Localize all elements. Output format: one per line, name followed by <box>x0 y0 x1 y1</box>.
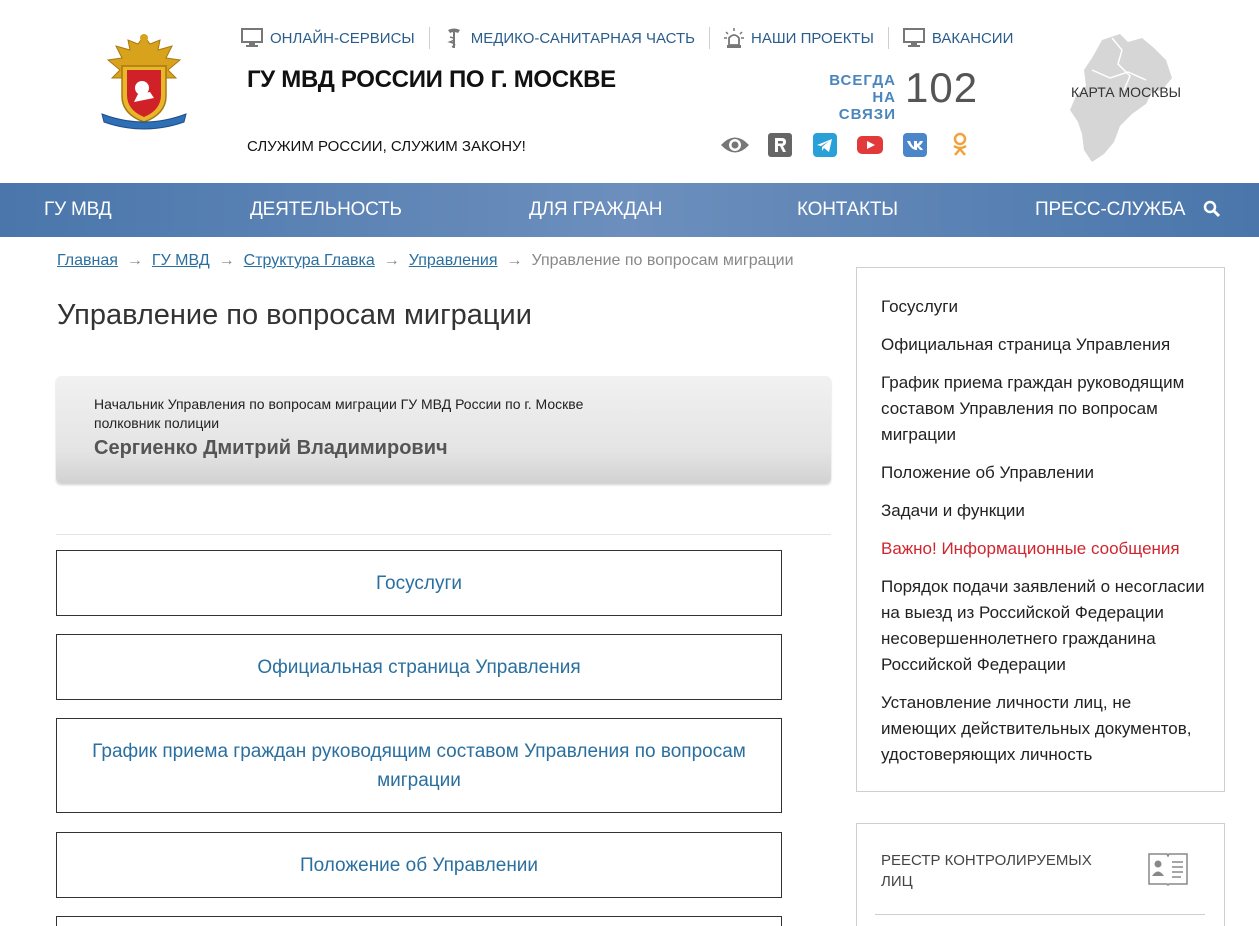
toplink-online-services[interactable]: ОНЛАЙН-СЕРВИСЫ <box>241 28 415 48</box>
nav-item-contacts[interactable]: КОНТАКТЫ <box>797 199 898 221</box>
monitor-icon <box>241 28 263 47</box>
chief-position-line2: полковник полиции <box>94 415 220 431</box>
toplink-label: МЕДИКО-САНИТАРНАЯ ЧАСТЬ <box>470 29 696 47</box>
site-title[interactable]: ГУ МВД РОССИИ ПО Г. МОСКВЕ <box>247 66 616 94</box>
breadcrumb-separator: → <box>506 252 523 269</box>
registry-block[interactable]: РЕЕСТР КОНТРОЛИРУЕМЫХ ЛИЦ <box>856 823 1225 926</box>
registry-label: РЕЕСТР КОНТРОЛИРУЕМЫХ ЛИЦ <box>881 852 1092 890</box>
breadcrumb-current: Управление по вопросам миграции <box>531 252 794 269</box>
card-official-page[interactable]: Официальная страница Управления <box>56 634 782 700</box>
sidebar-item-regulation[interactable]: Положение об Управлении <box>881 460 1211 486</box>
card-gosuslugi[interactable]: Госуслуги <box>56 550 782 616</box>
nav-item-for-citizens[interactable]: ДЛЯ ГРАЖДАН <box>529 199 663 221</box>
telegram-icon[interactable] <box>810 130 840 160</box>
sidebar-item-gosuslugi[interactable]: Госуслуги <box>881 294 1211 320</box>
breadcrumb-home[interactable]: Главная <box>57 252 118 270</box>
sidebar-item-official-page[interactable]: Официальная страница Управления <box>881 332 1211 358</box>
toplink-medical[interactable]: МЕДИКО-САНИТАРНАЯ ЧАСТЬ <box>444 27 695 49</box>
id-card-icon <box>1148 853 1188 886</box>
hotline-line1: ВСЕГДА <box>829 72 896 89</box>
rutube-icon[interactable] <box>765 130 795 160</box>
toplink-label: ОНЛАЙН-СЕРВИСЫ <box>270 29 415 47</box>
breadcrumb-gu-mvd[interactable]: ГУ МВД <box>152 252 210 270</box>
card-regulation[interactable]: Положение об Управлении <box>56 832 782 898</box>
top-links: ОНЛАЙН-СЕРВИСЫ МЕДИКО-САНИТАРНАЯ ЧАСТЬ Н… <box>241 26 1013 50</box>
divider <box>56 534 831 535</box>
sidebar-item-tasks[interactable]: Задачи и функции <box>881 498 1211 524</box>
breadcrumb-structure[interactable]: Структура Главка <box>244 252 375 270</box>
toplink-label: ВАКАНСИИ <box>931 29 1014 47</box>
map-label[interactable]: КАРТА МОСКВЫ <box>1071 84 1181 100</box>
divider <box>875 914 1205 915</box>
page-title: Управление по вопросам миграции <box>57 299 532 331</box>
nav-item-gu-mvd[interactable]: ГУ МВД <box>44 199 112 221</box>
mvd-emblem-logo[interactable] <box>98 30 190 132</box>
site-motto: СЛУЖИМ РОССИИ, СЛУЖИМ ЗАКОНУ! <box>247 138 526 155</box>
toplink-label: НАШИ ПРОЕКТЫ <box>751 29 874 47</box>
search-icon[interactable] <box>1203 200 1221 218</box>
divider <box>887 27 889 49</box>
vk-icon[interactable] <box>900 130 930 160</box>
toplink-vacancies[interactable]: ВАКАНСИИ <box>902 28 1014 48</box>
hotline-line2: НА СВЯЗИ <box>838 89 896 123</box>
breadcrumb-separator: → <box>218 252 235 269</box>
breadcrumb-separator: → <box>126 252 143 269</box>
eye-icon[interactable] <box>720 130 750 160</box>
social-links <box>720 130 990 160</box>
card-reception-schedule[interactable]: График приема граждан руководящим состав… <box>56 718 782 813</box>
breadcrumb-departments[interactable]: Управления <box>409 252 498 270</box>
hotline-caption: ВСЕГДА НА СВЯЗИ <box>812 72 896 123</box>
chief-position: Начальник Управления по вопросам миграци… <box>94 395 583 433</box>
nav-item-press[interactable]: ПРЕСС-СЛУЖБА <box>1035 199 1185 221</box>
divider <box>709 27 711 49</box>
site-header: ОНЛАЙН-СЕРВИСЫ МЕДИКО-САНИТАРНАЯ ЧАСТЬ Н… <box>0 0 1259 183</box>
youtube-icon[interactable] <box>855 130 885 160</box>
breadcrumb-separator: → <box>383 252 400 269</box>
hotline-number: 102 <box>905 64 979 111</box>
sidebar-item-exit-disagreement[interactable]: Порядок подачи заявлений о несогласии на… <box>881 574 1211 678</box>
breadcrumb: Главная → ГУ МВД → Структура Главка → Уп… <box>57 252 794 270</box>
sidebar-menu: Госуслуги Официальная страница Управлени… <box>856 267 1225 792</box>
sidebar-item-reception-schedule[interactable]: График приема граждан руководящим состав… <box>881 370 1211 448</box>
siren-icon <box>724 28 745 48</box>
chief-name: Сергиенко Дмитрий Владимирович <box>94 437 448 459</box>
chief-position-line1: Начальник Управления по вопросам миграци… <box>94 396 584 412</box>
odnoklassniki-icon[interactable] <box>945 130 975 160</box>
chief-info-box: Начальник Управления по вопросам миграци… <box>56 376 831 483</box>
sidebar-item-identity[interactable]: Установление личности лиц, не имеющих де… <box>881 690 1211 768</box>
toplink-projects[interactable]: НАШИ ПРОЕКТЫ <box>724 27 874 49</box>
divider <box>428 27 430 49</box>
monitor-icon <box>902 28 925 47</box>
nav-item-activity[interactable]: ДЕЯТЕЛЬНОСТЬ <box>250 199 402 221</box>
main-nav: ГУ МВД ДЕЯТЕЛЬНОСТЬ ДЛЯ ГРАЖДАН КОНТАКТЫ… <box>0 183 1259 237</box>
caduceus-icon <box>447 28 460 48</box>
sidebar-item-important-messages[interactable]: Важно! Информационные сообщения <box>881 536 1211 562</box>
card-next[interactable] <box>56 916 782 926</box>
